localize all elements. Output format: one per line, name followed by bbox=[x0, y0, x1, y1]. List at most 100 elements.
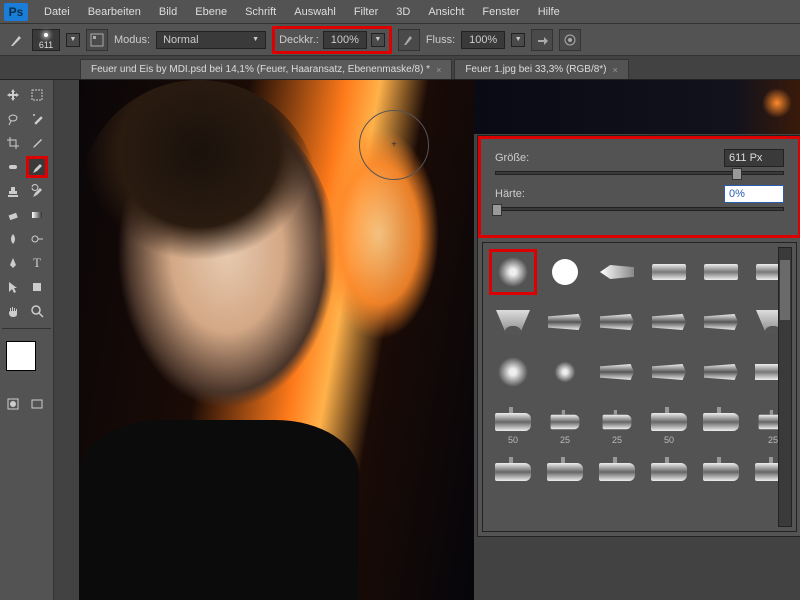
menu-bearbeiten[interactable]: Bearbeiten bbox=[80, 3, 149, 21]
menu-bild[interactable]: Bild bbox=[151, 3, 185, 21]
gradient-tool[interactable] bbox=[26, 204, 48, 226]
tab-2-close-icon[interactable]: × bbox=[613, 65, 618, 75]
move-tool[interactable] bbox=[2, 84, 24, 106]
brush-tip-flat-2[interactable] bbox=[697, 249, 745, 295]
shape-tool[interactable] bbox=[26, 276, 48, 298]
tools-panel: T bbox=[0, 80, 54, 600]
type-tool[interactable]: T bbox=[26, 252, 48, 274]
path-select-tool[interactable] bbox=[2, 276, 24, 298]
tab-1-close-icon[interactable]: × bbox=[436, 65, 441, 75]
airbrush-icon[interactable] bbox=[531, 29, 553, 51]
brush-tip-hard-round[interactable] bbox=[541, 249, 589, 295]
menu-datei[interactable]: Datei bbox=[36, 3, 78, 21]
brush-tip-flat-6[interactable] bbox=[645, 299, 693, 345]
eraser-tool[interactable] bbox=[2, 204, 24, 226]
menu-3d[interactable]: 3D bbox=[388, 3, 418, 21]
brush-tip-flat-8[interactable] bbox=[593, 349, 641, 395]
brush-tip-air-7[interactable] bbox=[489, 449, 537, 495]
blur-tool[interactable] bbox=[2, 228, 24, 250]
stamp-tool[interactable] bbox=[2, 180, 24, 202]
brush-tip-air-2[interactable]: 25 bbox=[541, 399, 589, 445]
brush-grid-scrollbar[interactable] bbox=[778, 247, 792, 527]
brush-panel-toggle[interactable] bbox=[86, 29, 108, 51]
document-tabs: Feuer und Eis by MDI.psd bei 14,1% (Feue… bbox=[0, 56, 800, 80]
quickmask-icon[interactable] bbox=[2, 393, 24, 415]
history-brush-tool[interactable] bbox=[26, 180, 48, 202]
image-dark-band bbox=[474, 80, 800, 134]
brush-tip-flat-5[interactable] bbox=[593, 299, 641, 345]
size-value[interactable]: 611 Px bbox=[724, 149, 784, 167]
size-slider[interactable] bbox=[495, 171, 784, 175]
brush-tip-flat-7[interactable] bbox=[697, 299, 745, 345]
size-label: Größe: bbox=[495, 152, 529, 164]
size-slider-handle[interactable] bbox=[732, 168, 742, 180]
tab-1-label: Feuer und Eis by MDI.psd bei 14,1% (Feue… bbox=[91, 64, 430, 75]
opacity-field[interactable]: 100% bbox=[323, 31, 367, 49]
hardness-slider-handle[interactable] bbox=[492, 204, 502, 216]
brush-tip-air-10[interactable] bbox=[645, 449, 693, 495]
brush-tip-soft-3[interactable] bbox=[541, 349, 589, 395]
brush-tip-soft-round[interactable] bbox=[489, 249, 537, 295]
opacity-value: 100% bbox=[331, 34, 359, 46]
main-area: T Größe: 611 Px bbox=[0, 80, 800, 600]
brush-tip-air-11[interactable] bbox=[697, 449, 745, 495]
brush-tip-flat-10[interactable] bbox=[697, 349, 745, 395]
opacity-arrow[interactable]: ▼ bbox=[371, 33, 385, 47]
foreground-color-swatch[interactable] bbox=[6, 341, 36, 371]
eyedropper-tool[interactable] bbox=[26, 132, 48, 154]
flow-arrow[interactable]: ▼ bbox=[511, 33, 525, 47]
heal-tool[interactable] bbox=[2, 156, 24, 178]
menu-auswahl[interactable]: Auswahl bbox=[286, 3, 344, 21]
flow-label: Fluss: bbox=[426, 34, 455, 46]
tablet-opacity-icon[interactable] bbox=[398, 29, 420, 51]
brush-tip-air-8[interactable] bbox=[541, 449, 589, 495]
menu-ansicht[interactable]: Ansicht bbox=[420, 3, 472, 21]
opacity-group-highlight: Deckkr.: 100% ▼ bbox=[272, 26, 392, 54]
brush-tool[interactable] bbox=[26, 156, 48, 178]
brush-tip-flat-9[interactable] bbox=[645, 349, 693, 395]
blend-mode-dropdown[interactable]: Normal ▼ bbox=[156, 31, 266, 49]
brush-tip-round-point[interactable] bbox=[593, 249, 641, 295]
brush-tip-air-3[interactable]: 25 bbox=[593, 399, 641, 445]
brush-tip-flat-1[interactable] bbox=[645, 249, 693, 295]
dodge-tool[interactable] bbox=[26, 228, 48, 250]
brush-tip-flat-4[interactable] bbox=[541, 299, 589, 345]
hardness-label: Härte: bbox=[495, 188, 525, 200]
brush-tip-air-5[interactable] bbox=[697, 399, 745, 445]
menu-schrift[interactable]: Schrift bbox=[237, 3, 284, 21]
pen-tool[interactable] bbox=[2, 252, 24, 274]
brush-size-number: 611 bbox=[39, 40, 53, 50]
canvas[interactable]: Größe: 611 Px Härte: 0% bbox=[54, 80, 800, 600]
menu-ebene[interactable]: Ebene bbox=[187, 3, 235, 21]
wand-tool[interactable] bbox=[26, 108, 48, 130]
screenmode-icon[interactable] bbox=[26, 393, 48, 415]
tab-document-2[interactable]: Feuer 1.jpg bei 33,3% (RGB/8*) × bbox=[454, 59, 628, 79]
mode-label: Modus: bbox=[114, 34, 150, 46]
zoom-tool[interactable] bbox=[26, 300, 48, 322]
brush-tip-air-1[interactable]: 50 bbox=[489, 399, 537, 445]
brush-preset-picker[interactable]: 611 bbox=[32, 29, 60, 51]
crop-tool[interactable] bbox=[2, 132, 24, 154]
tab-document-1[interactable]: Feuer und Eis by MDI.psd bei 14,1% (Feue… bbox=[80, 59, 452, 79]
marquee-tool[interactable] bbox=[26, 84, 48, 106]
brush-settings-popup: Größe: 611 Px Härte: 0% bbox=[477, 135, 800, 537]
hardness-slider[interactable] bbox=[495, 207, 784, 211]
brush-sliders-highlight: Größe: 611 Px Härte: 0% bbox=[478, 136, 800, 238]
brush-preset-arrow[interactable]: ▼ bbox=[66, 33, 80, 47]
menu-hilfe[interactable]: Hilfe bbox=[530, 3, 568, 21]
menu-filter[interactable]: Filter bbox=[346, 3, 386, 21]
hand-tool[interactable] bbox=[2, 300, 24, 322]
tablet-size-icon[interactable] bbox=[559, 29, 581, 51]
flow-field[interactable]: 100% bbox=[461, 31, 505, 49]
options-bar: 611 ▼ Modus: Normal ▼ Deckkr.: 100% ▼ Fl… bbox=[0, 24, 800, 56]
lasso-tool[interactable] bbox=[2, 108, 24, 130]
brush-tip-soft-2[interactable] bbox=[489, 349, 537, 395]
brush-tip-air-4[interactable]: 50 bbox=[645, 399, 693, 445]
brush-tip-fan-1[interactable] bbox=[489, 299, 537, 345]
menu-fenster[interactable]: Fenster bbox=[474, 3, 527, 21]
app-logo: Ps bbox=[4, 3, 28, 21]
brush-tip-air-9[interactable] bbox=[593, 449, 641, 495]
scrollbar-thumb[interactable] bbox=[780, 260, 790, 320]
hardness-value[interactable]: 0% bbox=[724, 185, 784, 203]
brush-tip-grid: 50 25 25 50 25 bbox=[482, 242, 797, 532]
